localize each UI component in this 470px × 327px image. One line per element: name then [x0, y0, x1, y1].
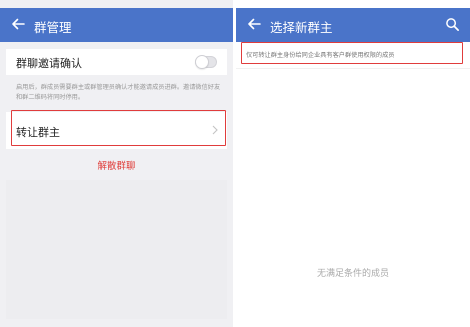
- select-new-owner-screen: 选择新群主 仅可转让群主身份给同企业具有客户群使用权限的成员 无满足条件的成员: [236, 0, 470, 327]
- empty-state-text: 无满足条件的成员: [316, 269, 389, 279]
- header-bar: 群管理: [0, 8, 233, 42]
- back-arrow-icon[interactable]: [10, 16, 26, 32]
- search-icon[interactable]: [445, 17, 460, 32]
- divider: [236, 68, 470, 69]
- group-management-screen: 群管理 群聊邀请确认 启用后，群成员需要群主或群管理员确认才能邀请成员进群。邀请…: [0, 0, 233, 327]
- back-arrow-icon[interactable]: [246, 16, 262, 32]
- toggle-knob: [195, 55, 209, 69]
- highlight-box-hint: [241, 42, 463, 64]
- highlight-box-transfer: [11, 110, 226, 146]
- header-bar: 选择新群主: [236, 8, 470, 42]
- page-title: 选择新群主: [270, 20, 333, 35]
- empty-area: [6, 180, 227, 319]
- dissolve-group-button[interactable]: 解散群聊: [0, 158, 233, 172]
- invite-confirm-row: 群聊邀请确认: [6, 49, 227, 75]
- page-title: 群管理: [34, 20, 72, 35]
- invite-confirm-label: 群聊邀请确认: [16, 57, 82, 70]
- invite-confirm-description: 启用后，群成员需要群主或群管理员确认才能邀请成员进群。邀请微信好友和群二维码将同…: [16, 84, 221, 101]
- invite-confirm-toggle[interactable]: [195, 55, 217, 69]
